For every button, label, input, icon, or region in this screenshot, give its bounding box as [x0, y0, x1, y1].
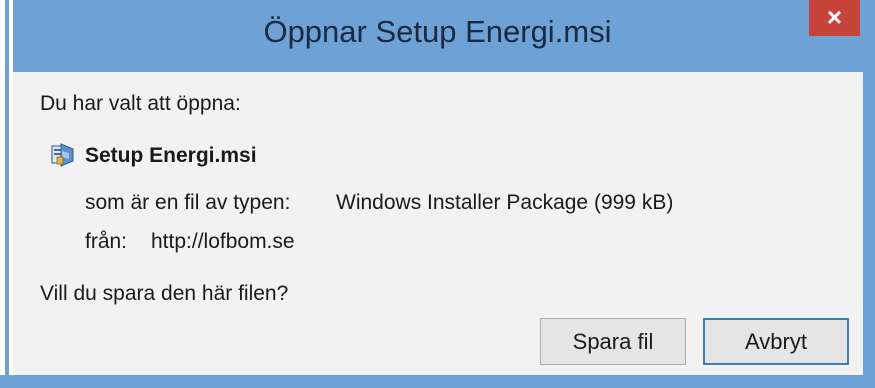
window-border-right — [863, 72, 875, 388]
save-file-dialog: Öppnar Setup Energi.msi × Du har valt at… — [0, 0, 875, 388]
installer-package-icon — [51, 143, 74, 167]
save-question: Vill du spara den här filen? — [40, 282, 289, 305]
file-type-label: som är en fil av typen: — [85, 191, 291, 214]
close-icon: × — [826, 2, 843, 32]
file-name: Setup Energi.msi — [85, 144, 257, 167]
cancel-button[interactable]: Avbryt — [703, 318, 849, 365]
window-border-left — [0, 0, 13, 388]
intro-text: Du har valt att öppna: — [40, 92, 241, 115]
title-bar[interactable]: Öppnar Setup Energi.msi × — [0, 0, 875, 72]
file-type-value: Windows Installer Package (999 kB) — [336, 191, 674, 214]
source-url: http://lofbom.se — [151, 230, 295, 253]
dialog-title: Öppnar Setup Energi.msi — [263, 14, 612, 49]
source-label: från: — [85, 230, 128, 253]
save-file-button[interactable]: Spara fil — [540, 318, 686, 365]
close-button[interactable]: × — [809, 0, 860, 36]
window-border-bottom — [0, 375, 875, 388]
